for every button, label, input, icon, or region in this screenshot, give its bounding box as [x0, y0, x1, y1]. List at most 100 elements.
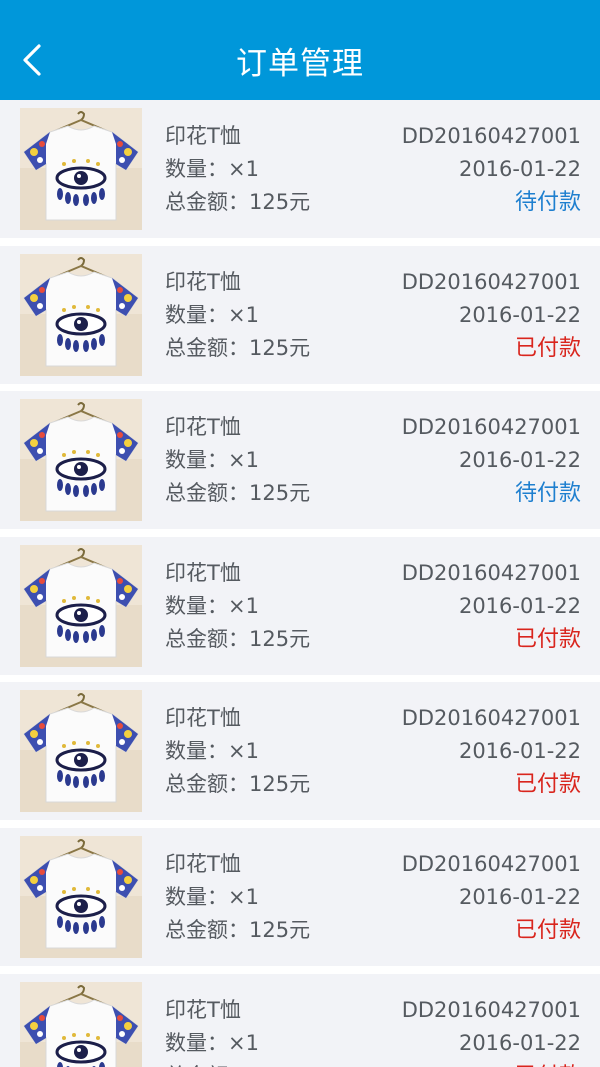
quantity-value: ×1	[228, 157, 259, 181]
product-thumbnail	[20, 544, 142, 667]
order-item[interactable]: 印花T恤 数量：×1 总金额：125元 DD20160427001 2016-0…	[0, 973, 600, 1067]
order-item[interactable]: 印花T恤 数量：×1 总金额：125元 DD20160427001 2016-0…	[0, 391, 600, 530]
order-meta: DD20160427001 2016-01-22 已付款	[402, 848, 581, 947]
quantity-value: ×1	[228, 1030, 259, 1055]
status-badge: 待付款	[514, 190, 581, 215]
quantity-line: 数量：×1	[165, 881, 310, 914]
product-thumbnail	[20, 399, 142, 522]
total-label: 总金额：	[165, 772, 249, 797]
product-name: 印花T恤	[165, 415, 241, 440]
product-name: 印花T恤	[165, 560, 241, 585]
status-badge: 已付款	[514, 335, 581, 361]
status-badge: 已付款	[402, 1060, 581, 1067]
tshirt-image-icon	[20, 253, 142, 376]
status-badge: 已付款	[514, 626, 581, 652]
order-id: DD20160427001	[401, 269, 581, 294]
total-label: 总金额：	[165, 626, 249, 651]
product-thumbnail	[20, 108, 142, 230]
order-item[interactable]: 印花T恤 数量：×1 总金额：125元 DD20160427001 2016-0…	[0, 536, 600, 675]
total-line: 总金额：125元	[165, 332, 310, 365]
product-thumbnail	[20, 690, 142, 813]
order-item[interactable]: 印花T恤 数量：×1 总金额：125元 DD20160427001 2016-0…	[0, 100, 600, 238]
header-bar: 订单管理	[0, 0, 600, 100]
order-meta: DD20160427001 2016-01-22 已付款	[402, 557, 581, 656]
tshirt-image-icon	[20, 690, 142, 813]
total-label: 总金额：	[165, 190, 249, 214]
order-id: DD20160427001	[401, 706, 581, 731]
order-item[interactable]: 印花T恤 数量：×1 总金额：125元 DD20160427001 2016-0…	[0, 682, 600, 821]
order-management-screen: 订单管理 印花T恤 数量：×1 总金额：125元 DD20160427001 2…	[0, 0, 600, 1067]
order-id: DD20160427001	[401, 124, 581, 148]
product-name: 印花T恤	[165, 124, 241, 148]
order-id: DD20160427001	[401, 997, 581, 1022]
quantity-label: 数量：	[165, 302, 228, 327]
total-value: 125元	[249, 335, 311, 360]
quantity-value: ×1	[228, 448, 259, 473]
page-title: 订单管理	[236, 46, 364, 82]
status-badge: 待付款	[514, 481, 581, 507]
total-value: 125元	[249, 481, 311, 506]
quantity-line: 数量：×1	[165, 590, 310, 623]
order-meta: DD20160427001 2016-01-22 已付款	[402, 702, 581, 801]
total-line: 总金额：125元	[165, 186, 310, 219]
product-name: 印花T恤	[165, 706, 241, 731]
quantity-line: 数量：×1	[165, 1027, 310, 1060]
quantity-value: ×1	[228, 739, 259, 764]
order-info: 印花T恤 数量：×1 总金额：125元	[165, 557, 310, 656]
order-info: 印花T恤 数量：×1 总金额：125元	[165, 411, 310, 510]
order-date: 2016-01-22	[458, 739, 581, 764]
total-label: 总金额：	[165, 917, 249, 942]
total-line: 总金额：125元	[165, 623, 310, 656]
order-date: 2016-01-22	[458, 302, 581, 327]
order-date: 2016-01-22	[458, 448, 581, 473]
order-date: 2016-01-22	[458, 1030, 581, 1055]
total-value: 125元	[249, 772, 311, 797]
status-badge: 已付款	[514, 772, 581, 798]
order-date: 2016-01-22	[458, 157, 581, 181]
product-name: 印花T恤	[165, 997, 241, 1022]
quantity-label: 数量：	[165, 884, 228, 909]
total-value: 125元	[249, 626, 311, 651]
order-id: DD20160427001	[401, 851, 581, 876]
order-info: 印花T恤 数量：×1 总金额：125元	[165, 120, 310, 219]
quantity-line: 数量：×1	[165, 153, 310, 186]
order-meta: DD20160427001 2016-01-22 已付款	[402, 266, 581, 365]
product-thumbnail	[20, 981, 142, 1067]
total-line: 总金额：125元	[165, 768, 310, 801]
order-item[interactable]: 印花T恤 数量：×1 总金额：125元 DD20160427001 2016-0…	[0, 245, 600, 384]
tshirt-image-icon	[20, 544, 142, 667]
quantity-label: 数量：	[165, 157, 228, 181]
order-info: 印花T恤 数量：×1 总金额：125元	[165, 994, 310, 1067]
quantity-value: ×1	[228, 593, 259, 618]
total-label: 总金额：	[165, 335, 249, 360]
quantity-label: 数量：	[165, 1030, 228, 1055]
order-meta: DD20160427001 2016-01-22 待付款	[402, 120, 581, 219]
total-label: 总金额：	[165, 481, 249, 506]
product-name: 印花T恤	[165, 269, 241, 294]
order-item[interactable]: 印花T恤 数量：×1 总金额：125元 DD20160427001 2016-0…	[0, 827, 600, 966]
tshirt-image-icon	[20, 399, 142, 522]
order-meta: DD20160427001 2016-01-22 待付款	[402, 411, 581, 510]
order-info: 印花T恤 数量：×1 总金额：125元	[165, 848, 310, 947]
quantity-label: 数量：	[165, 593, 228, 618]
tshirt-image-icon	[20, 108, 142, 230]
product-name: 印花T恤	[165, 851, 241, 876]
order-info: 印花T恤 数量：×1 总金额：125元	[165, 702, 310, 801]
product-thumbnail	[20, 253, 142, 376]
total-value: 125元	[249, 190, 311, 214]
order-id: DD20160427001	[401, 415, 581, 440]
quantity-line: 数量：×1	[165, 299, 310, 332]
quantity-label: 数量：	[165, 739, 228, 764]
total-value: 125元	[249, 917, 311, 942]
order-info: 印花T恤 数量：×1 总金额：125元	[165, 266, 310, 365]
tshirt-image-icon	[20, 835, 142, 958]
quantity-line: 数量：×1	[165, 735, 310, 768]
order-list: 印花T恤 数量：×1 总金额：125元 DD20160427001 2016-0…	[0, 100, 600, 1067]
product-thumbnail	[20, 835, 142, 958]
total-value: 125元	[249, 1064, 310, 1067]
order-date: 2016-01-22	[458, 593, 581, 618]
order-date: 2016-01-22	[458, 884, 581, 909]
status-badge: 已付款	[514, 917, 581, 943]
quantity-value: ×1	[228, 302, 259, 327]
quantity-line: 数量：×1	[165, 444, 310, 477]
